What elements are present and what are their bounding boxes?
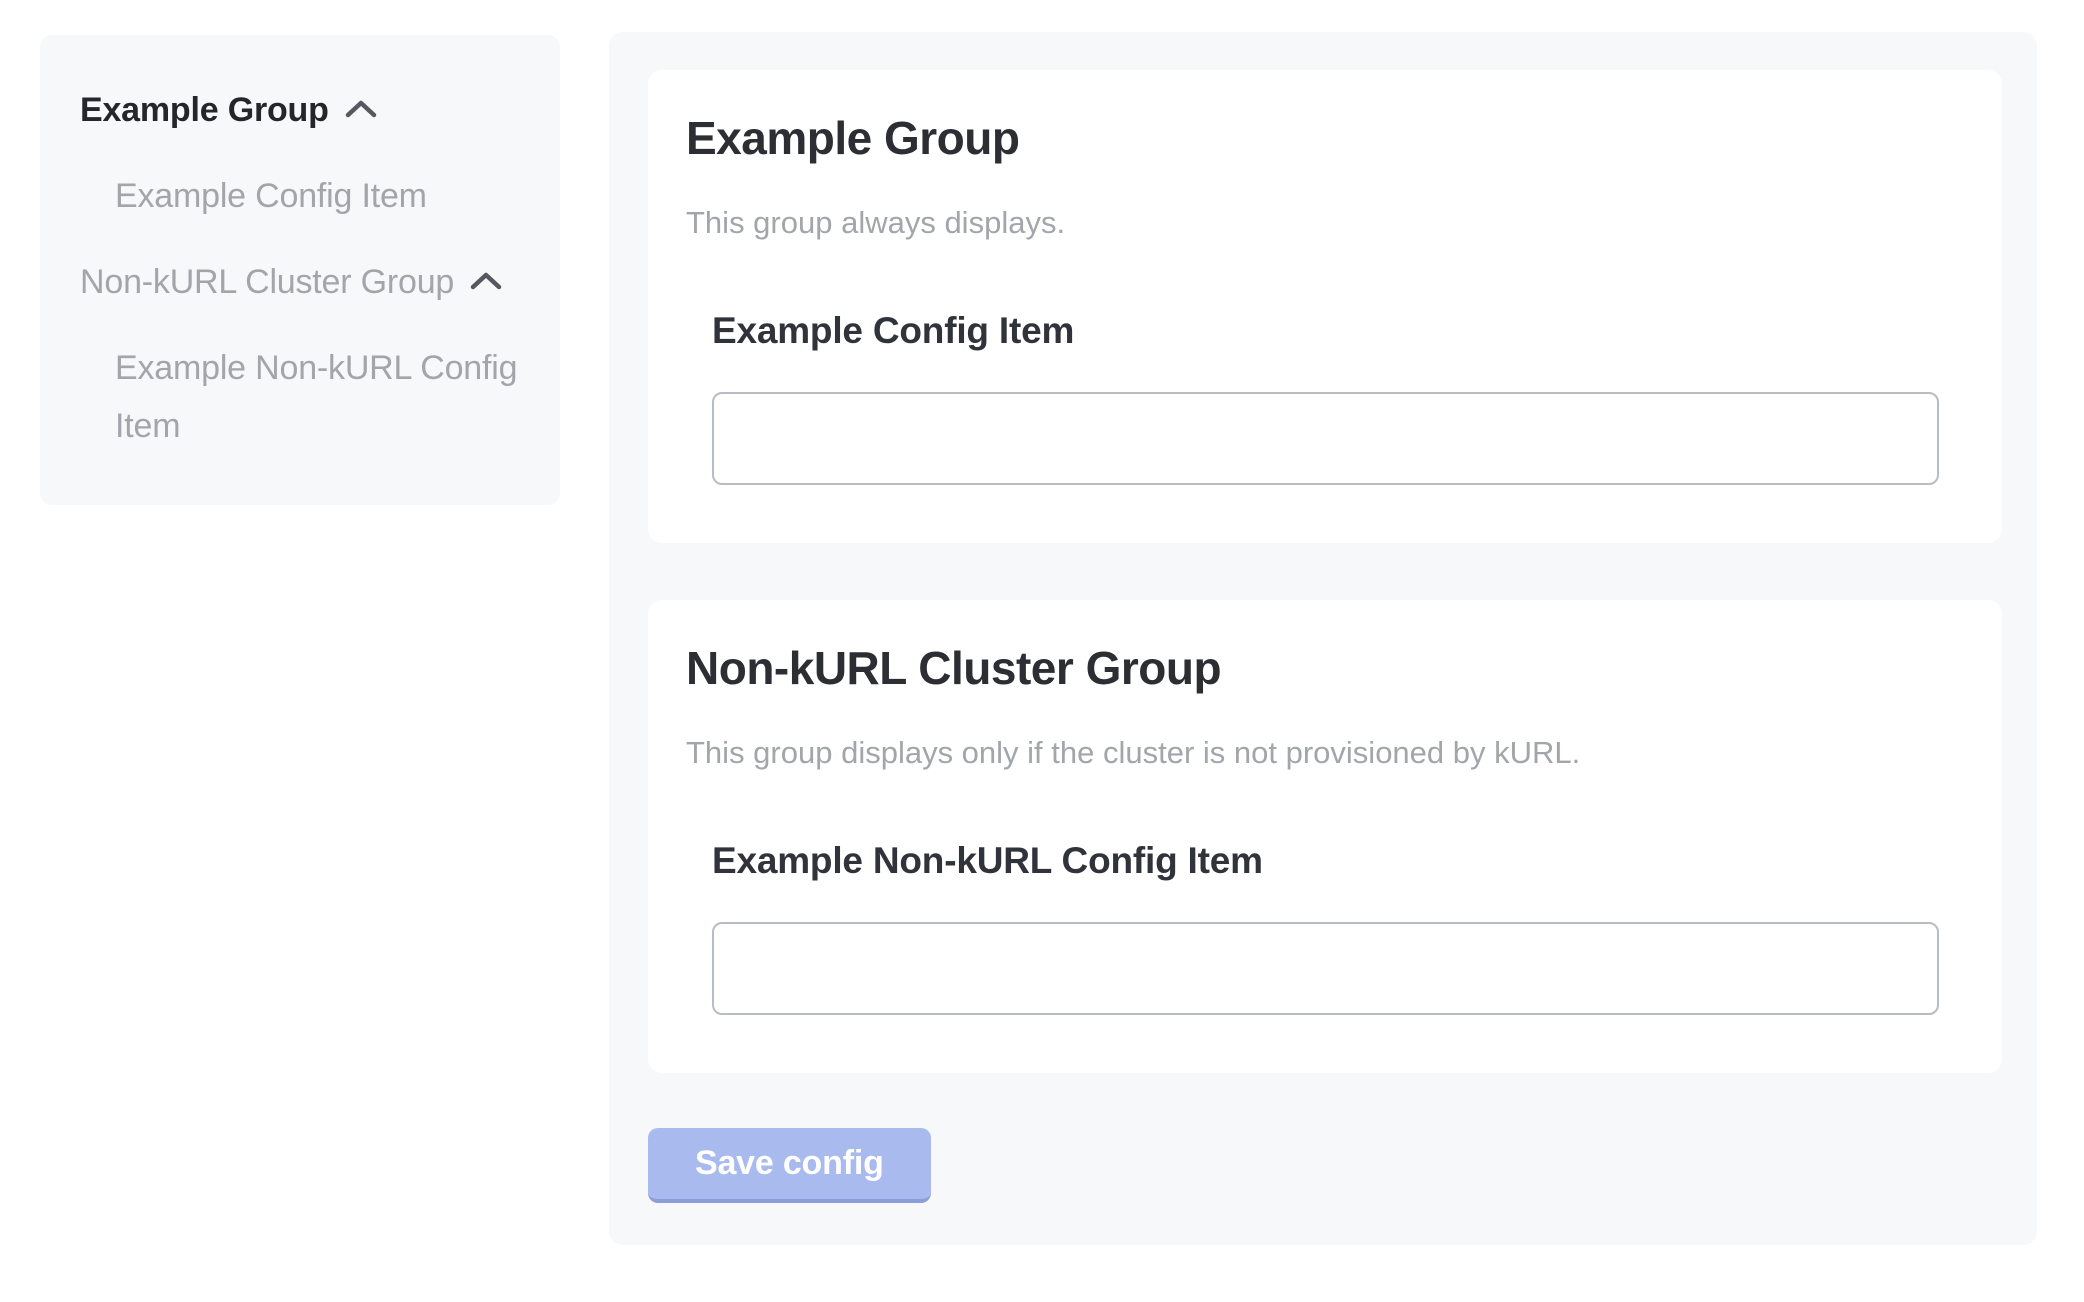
nav-item-label: Example Config Item (115, 177, 427, 215)
config-group-card-non-kurl-cluster-group: Non-kURL Cluster Group This group displa… (648, 600, 2002, 1073)
example-config-item-input[interactable] (712, 392, 1939, 485)
config-item: Example Config Item (712, 306, 1939, 485)
nav-group-label: Non-kURL Cluster Group (80, 263, 454, 301)
nav-group-label: Example Group (80, 91, 329, 129)
nav-item-example-non-kurl-config-item[interactable]: Example Non-kURL Config Item (80, 339, 530, 455)
config-item-label: Example Config Item (712, 306, 1939, 356)
config-item: Example Non-kURL Config Item (712, 836, 1939, 1015)
group-title: Non-kURL Cluster Group (686, 640, 1964, 696)
nav-group-non-kurl-cluster-group[interactable]: Non-kURL Cluster Group (80, 253, 530, 311)
config-panel: Example Group This group always displays… (609, 32, 2037, 1245)
save-config-button[interactable]: Save config (648, 1128, 931, 1203)
config-item-label: Example Non-kURL Config Item (712, 836, 1939, 886)
group-description: This group always displays. (686, 202, 1964, 244)
nav-item-label: Example Non-kURL Config Item (115, 349, 517, 445)
config-nav-sidebar: Example Group Example Config Item Non-kU… (40, 35, 560, 505)
group-description: This group displays only if the cluster … (686, 732, 1964, 774)
nav-group-example-group[interactable]: Example Group (80, 81, 530, 139)
group-title: Example Group (686, 110, 1964, 166)
chevron-up-icon[interactable] (345, 99, 377, 119)
chevron-up-icon[interactable] (470, 271, 502, 291)
nav-item-example-config-item[interactable]: Example Config Item (80, 167, 530, 225)
config-group-card-example-group: Example Group This group always displays… (648, 70, 2002, 543)
example-non-kurl-config-item-input[interactable] (712, 922, 1939, 1015)
